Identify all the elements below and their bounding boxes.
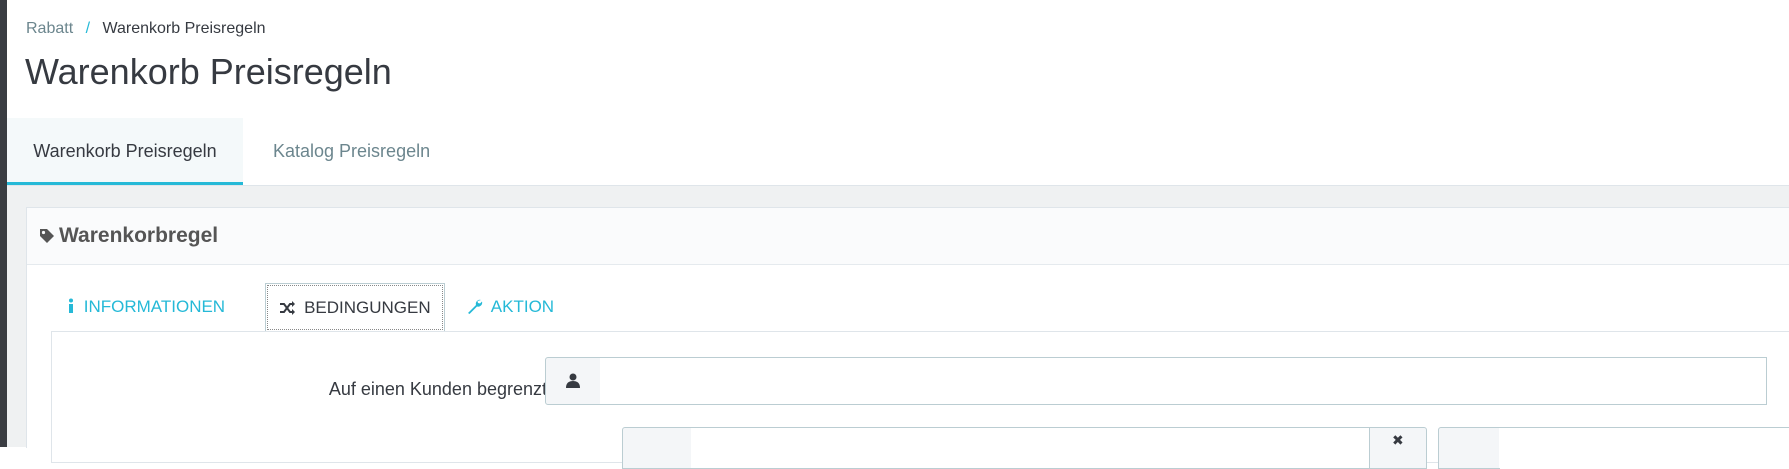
subtab-aktion-label: AKTION [490, 297, 555, 316]
user-icon [566, 373, 580, 388]
tab-warenkorb-preisregeln[interactable]: Warenkorb Preisregeln [7, 118, 243, 185]
wrench-icon [468, 299, 483, 314]
date-to-input[interactable] [1499, 427, 1789, 468]
subtab-aktion[interactable]: AKTION [467, 283, 554, 331]
breadcrumb: Rabatt / Warenkorb Preisregeln [26, 20, 266, 38]
breadcrumb-current: Warenkorb Preisregeln [102, 20, 266, 37]
tag-icon [40, 229, 54, 243]
date-from-addon [622, 427, 692, 469]
validity-row: ✖ [52, 427, 1789, 469]
shuffle-icon [280, 301, 296, 315]
customer-input-addon [545, 357, 601, 405]
conditions-form: Auf einen Kunden begrenzt ✖ [51, 331, 1789, 469]
clear-date-button[interactable]: ✖ [1369, 427, 1427, 469]
close-icon: ✖ [1392, 432, 1404, 448]
page-header: Rabatt / Warenkorb Preisregeln Warenkorb… [7, 0, 1789, 119]
date-to-addon [1438, 427, 1500, 469]
breadcrumb-parent-link[interactable]: Rabatt [26, 20, 73, 37]
panel-heading: Warenkorbregel [27, 208, 1789, 265]
cart-rule-panel: Warenkorbregel INFORMATIONEN BEDINGUNGEN… [26, 207, 1789, 469]
page-tabs: Warenkorb Preisregeln Katalog Preisregel… [7, 118, 1789, 186]
customer-restriction-label: Auf einen Kunden begrenzt [328, 379, 547, 399]
subtab-bedingungen[interactable]: BEDINGUNGEN [265, 283, 445, 332]
info-icon [69, 298, 73, 313]
customer-input-group [545, 357, 1767, 405]
subtab-bedingungen-label: BEDINGUNGEN [304, 298, 431, 317]
breadcrumb-separator: / [85, 20, 91, 37]
page-title: Warenkorb Preisregeln [25, 51, 392, 92]
subtab-informationen-label: INFORMATIONEN [83, 297, 226, 316]
left-sidebar-strip [0, 0, 7, 447]
subtab-informationen[interactable]: INFORMATIONEN [67, 283, 225, 331]
tab-katalog-preisregeln[interactable]: Katalog Preisregeln [273, 118, 430, 185]
panel-title: Warenkorbregel [59, 224, 219, 247]
customer-search-input[interactable] [600, 357, 1767, 405]
date-from-input[interactable] [691, 427, 1369, 469]
